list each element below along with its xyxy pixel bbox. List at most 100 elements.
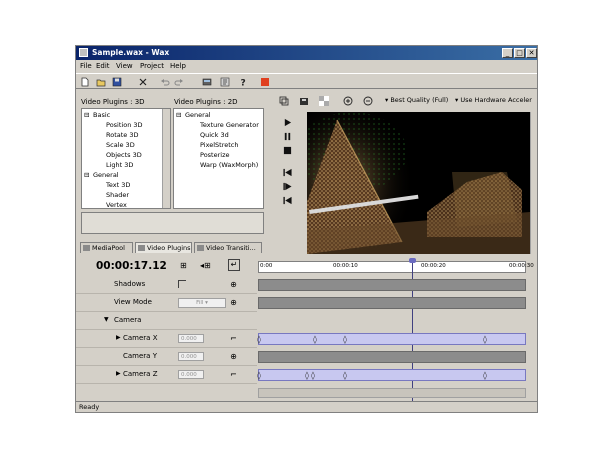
keyframe-icon[interactable]: ⊕	[229, 280, 238, 289]
menu-edit[interactable]: Edit	[96, 62, 110, 70]
timeline-scrollbar[interactable]	[258, 388, 526, 398]
plugins-2d-tree[interactable]: ⊟ General Texture Generator Quick 3d Pix…	[173, 108, 264, 209]
tree-item-warp[interactable]: Warp (WaxMorph)	[200, 161, 258, 169]
preview-toolbar: ▾ Best Quality (Full) ▾ Use Hardware Acc…	[277, 92, 537, 110]
tab-video-transitions[interactable]: Video Transiti...	[194, 242, 262, 253]
tree-item-position-3d[interactable]: Position 3D	[106, 121, 143, 129]
stop-playback-icon[interactable]	[283, 146, 292, 155]
save-icon[interactable]	[112, 77, 122, 87]
property-row-camera: ▼ Camera	[76, 312, 257, 330]
preview-viewport[interactable]	[307, 112, 530, 254]
render-icon[interactable]	[202, 77, 212, 87]
quality-dropdown[interactable]: ▾ Best Quality (Full)	[385, 96, 448, 104]
keyframe-marker[interactable]: ◊	[343, 371, 347, 380]
playhead-handle[interactable]	[409, 258, 416, 263]
pause-icon[interactable]	[283, 132, 292, 141]
shadows-checkbox[interactable]	[178, 280, 186, 288]
tree-item-text-3d[interactable]: Text 3D	[106, 181, 130, 189]
camera-y-input[interactable]: 0.000	[178, 352, 204, 361]
keyframe-icon[interactable]: ⊕	[229, 352, 238, 361]
keyframe-marker[interactable]: ◊	[343, 335, 347, 344]
tree-expander[interactable]: ⊟	[176, 111, 181, 119]
step-back-icon[interactable]	[282, 168, 293, 177]
zoom-in-icon[interactable]	[343, 96, 353, 106]
keyframe-marker[interactable]: ◊	[305, 371, 309, 380]
keyframe-marker[interactable]: ◊	[311, 371, 315, 380]
tab-mediapool[interactable]: MediaPool	[80, 242, 133, 253]
track-camera-z[interactable]: ◊ ◊ ◊ ◊ ◊	[257, 369, 526, 381]
expander-icon[interactable]: ▼	[104, 316, 109, 323]
tree-scrollbar[interactable]	[162, 109, 170, 208]
keyframe-marker[interactable]: ◊	[257, 371, 261, 380]
redo-icon[interactable]	[174, 77, 184, 87]
camera-x-input[interactable]: 0.000	[178, 334, 204, 343]
property-label: Camera Z	[123, 370, 158, 378]
go-to-start-icon[interactable]	[282, 196, 293, 205]
keyframe-marker[interactable]: ◊	[483, 335, 487, 344]
new-file-icon[interactable]	[80, 77, 90, 87]
track-view-mode[interactable]	[258, 297, 526, 309]
tree-item-texture-generator[interactable]: Texture Generator	[200, 121, 259, 129]
checker-background-icon[interactable]	[319, 96, 329, 106]
tree-item-scale-3d[interactable]: Scale 3D	[106, 141, 135, 149]
play-icon[interactable]	[283, 118, 292, 127]
keyframe-marker[interactable]: ◊	[483, 371, 487, 380]
transport-controls	[277, 114, 299, 214]
menu-view[interactable]: View	[116, 62, 133, 70]
tree-item-posterize[interactable]: Posterize	[200, 151, 230, 159]
tree-item-shader[interactable]: Shader	[106, 191, 129, 199]
maximize-button[interactable]: □	[514, 48, 525, 58]
tree-item-general[interactable]: General	[93, 171, 119, 179]
keyframe-marker[interactable]: ◊	[313, 335, 317, 344]
tree-item-objects-3d[interactable]: Objects 3D	[106, 151, 142, 159]
stop-icon[interactable]	[260, 77, 270, 87]
tree-expander[interactable]: ⊟	[84, 171, 89, 179]
property-row-camera-z: ▶ Camera Z 0.000 ⌐	[76, 366, 257, 384]
status-text: Ready	[79, 403, 100, 411]
property-row-view-mode: View Mode Fill ▾ ⊕	[76, 294, 257, 312]
snap-toggle[interactable]: ↵	[228, 259, 240, 271]
cut-icon[interactable]	[138, 77, 148, 87]
track-camera-y[interactable]	[258, 351, 526, 363]
curve-icon[interactable]: ⌐	[229, 334, 238, 343]
track-camera-x[interactable]: ◊ ◊ ◊ ◊	[257, 333, 526, 345]
move-icon[interactable]	[279, 96, 289, 106]
keyframe-marker[interactable]: ◊	[257, 335, 261, 344]
title-bar[interactable]: Sample.wax - Wax _ □ ✕	[76, 46, 537, 60]
help-icon[interactable]: ?	[238, 77, 248, 88]
marker-icon[interactable]: ◂⊞	[200, 261, 211, 270]
menu-file[interactable]: File	[80, 62, 92, 70]
curve-icon[interactable]: ⌐	[229, 370, 238, 379]
timeline-ruler[interactable]: 0:00 00:00:10 00:00:20 00:00:30	[258, 261, 534, 273]
tree-item-basic[interactable]: Basic	[93, 111, 110, 119]
tree-item-quick-3d[interactable]: Quick 3d	[200, 131, 229, 139]
menu-project[interactable]: Project	[140, 62, 164, 70]
expander-icon[interactable]: ▶	[116, 370, 121, 377]
minimize-button[interactable]: _	[502, 48, 513, 58]
quality-value: Best Quality (Full)	[390, 96, 449, 104]
keyframe-icon[interactable]: ⊕	[229, 298, 238, 307]
tab-video-plugins[interactable]: Video Plugins	[135, 242, 192, 253]
undo-icon[interactable]	[160, 77, 170, 87]
menu-help[interactable]: Help	[170, 62, 186, 70]
camera-z-input[interactable]: 0.000	[178, 370, 204, 379]
tree-item-rotate-3d[interactable]: Rotate 3D	[106, 131, 139, 139]
expander-icon[interactable]: ▶	[116, 334, 121, 341]
step-forward-icon[interactable]	[282, 182, 293, 191]
tree-item-pixelstretch[interactable]: PixelStretch	[200, 141, 238, 149]
tree-item-vertex[interactable]: Vertex	[106, 201, 127, 208]
preview-scrollbar[interactable]	[530, 112, 537, 254]
track-shadows[interactable]	[258, 279, 526, 291]
plugins-3d-tree[interactable]: ⊟ Basic Position 3D Rotate 3D Scale 3D O…	[81, 108, 171, 209]
snapshot-icon[interactable]	[299, 96, 309, 106]
open-folder-icon[interactable]	[96, 77, 106, 87]
hardware-acceleration-dropdown[interactable]: ▾ Use Hardware Acceler	[455, 96, 532, 104]
tree-item-light-3d[interactable]: Light 3D	[106, 161, 133, 169]
zoom-out-icon[interactable]	[363, 96, 373, 106]
close-button[interactable]: ✕	[526, 48, 537, 58]
tree-item-general-2d[interactable]: General	[185, 111, 211, 119]
tree-expander[interactable]: ⊟	[84, 111, 89, 119]
zoom-timeline-icon[interactable]: ⊞	[180, 261, 187, 270]
settings-icon[interactable]	[220, 77, 230, 87]
view-mode-dropdown[interactable]: Fill ▾	[178, 298, 226, 308]
